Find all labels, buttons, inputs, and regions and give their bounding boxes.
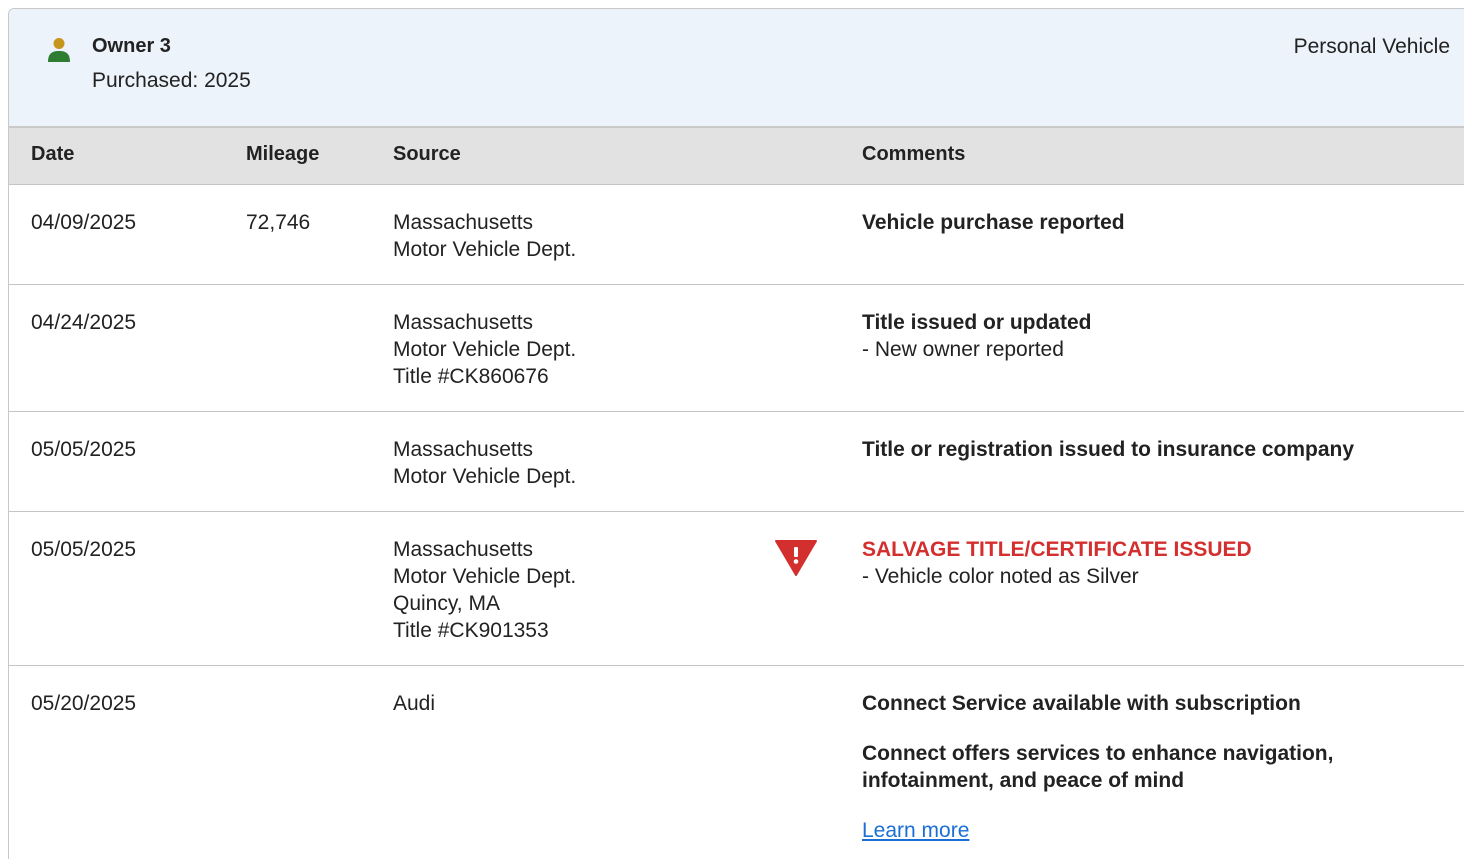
owner-history-card: Owner 3 Purchased: 2025 Personal Vehicle… <box>8 8 1464 859</box>
column-header-source: Source <box>393 143 461 165</box>
row-date: 04/09/2025 <box>31 211 137 234</box>
table-header: Date Mileage Source Comments <box>9 128 1464 185</box>
table-row: 05/20/2025 Audi Connect Service availabl… <box>9 666 1464 859</box>
source-line: Massachusetts <box>393 311 534 334</box>
source-line: Massachusetts <box>393 538 534 561</box>
source-title-number: Title #CK901353 <box>393 619 549 642</box>
comment-paragraph: Connect offers services to enhance navig… <box>862 742 1334 792</box>
source-line: Motor Vehicle Dept. <box>393 465 577 488</box>
warning-triangle-icon <box>775 540 817 576</box>
person-icon <box>48 38 70 62</box>
row-source: Massachusetts Motor Vehicle Dept. Title … <box>393 309 576 390</box>
comment-title: Title or registration issued to insuranc… <box>862 438 1355 461</box>
comment-title: Title issued or updated <box>862 311 1092 334</box>
table-row: 05/05/2025 Massachusetts Motor Vehicle D… <box>9 512 1464 666</box>
row-date: 05/20/2025 <box>31 692 137 715</box>
source-line: Motor Vehicle Dept. <box>393 565 577 588</box>
row-source: Massachusetts Motor Vehicle Dept. <box>393 209 576 263</box>
row-source: Massachusetts Motor Vehicle Dept. Quincy… <box>393 536 576 644</box>
column-header-date: Date <box>31 143 75 165</box>
row-date: 05/05/2025 <box>31 538 137 561</box>
purchased-label: Purchased: <box>92 69 199 92</box>
source-line: Motor Vehicle Dept. <box>393 338 577 361</box>
salvage-alert-title: SALVAGE TITLE/CERTIFICATE ISSUED <box>862 538 1252 561</box>
source-line: Massachusetts <box>393 211 534 234</box>
table-row: 04/09/2025 72,746 Massachusetts Motor Ve… <box>9 185 1464 285</box>
vehicle-use-type: Personal Vehicle <box>1293 35 1450 58</box>
row-comments: Vehicle purchase reported <box>862 209 1422 236</box>
source-title-number: Title #CK860676 <box>393 365 549 388</box>
learn-more-link[interactable]: Learn more <box>862 817 969 844</box>
source-line: Audi <box>393 692 436 715</box>
comment-title: Vehicle purchase reported <box>862 211 1125 234</box>
row-comments: Title issued or updated - New owner repo… <box>862 309 1422 363</box>
row-date: 04/24/2025 <box>31 311 137 334</box>
row-date: 05/05/2025 <box>31 438 137 461</box>
column-header-mileage: Mileage <box>246 143 320 165</box>
owner-header: Owner 3 Purchased: 2025 Personal Vehicle <box>9 9 1464 128</box>
purchased-year: 2025 <box>204 69 251 92</box>
source-location: Quincy, MA <box>393 592 500 615</box>
column-header-comments: Comments <box>862 143 966 165</box>
table-row: 05/05/2025 Massachusetts Motor Vehicle D… <box>9 412 1464 512</box>
row-comments: SALVAGE TITLE/CERTIFICATE ISSUED - Vehic… <box>862 536 1422 590</box>
comment-title: Connect Service available with subscript… <box>862 692 1301 715</box>
comment-detail: - Vehicle color noted as Silver <box>862 565 1139 588</box>
source-line: Motor Vehicle Dept. <box>393 238 577 261</box>
row-mileage: 72,746 <box>246 211 311 234</box>
row-comments: Connect Service available with subscript… <box>862 690 1422 844</box>
table-row: 04/24/2025 Massachusetts Motor Vehicle D… <box>9 285 1464 412</box>
row-source: Massachusetts Motor Vehicle Dept. <box>393 436 576 490</box>
source-line: Massachusetts <box>393 438 534 461</box>
row-source: Audi <box>393 690 435 717</box>
row-comments: Title or registration issued to insuranc… <box>862 436 1422 463</box>
comment-detail: - New owner reported <box>862 338 1064 361</box>
owner-name: Owner 3 <box>92 35 171 57</box>
purchased-info: Purchased: 2025 <box>92 69 251 93</box>
